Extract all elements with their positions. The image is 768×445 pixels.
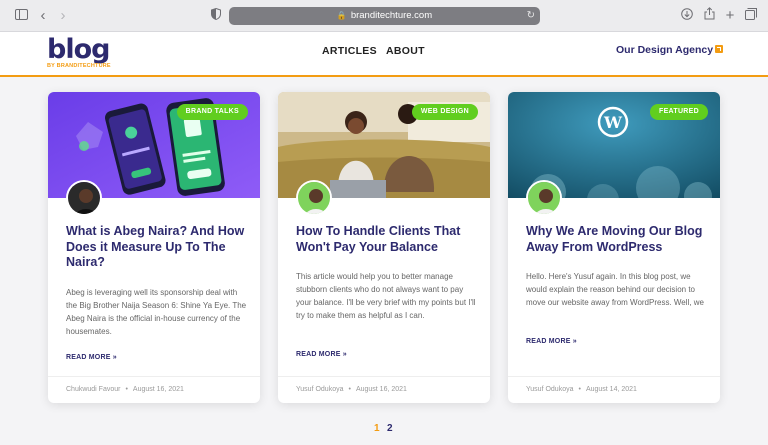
url-text: branditechture.com <box>350 10 433 21</box>
post-author: Chukwudi Favour <box>66 386 121 393</box>
share-icon[interactable] <box>700 7 718 25</box>
post-title[interactable]: How To Handle Clients That Won't Pay You… <box>296 224 478 255</box>
post-card[interactable]: WEB DESIGN How To Handle Clients That Wo… <box>278 92 490 403</box>
nav-about[interactable]: ABOUT <box>386 45 425 57</box>
site-header: blog BY BRANDITECHTURE ARTICLES ABOUT Ou… <box>0 32 768 77</box>
post-excerpt: Abeg is leveraging well its sponsorship … <box>66 288 247 336</box>
reload-icon[interactable]: ↻ <box>527 7 535 25</box>
category-badge[interactable]: FEATURED <box>650 104 708 120</box>
privacy-shield-icon[interactable] <box>207 7 225 25</box>
svg-text:W: W <box>603 113 623 132</box>
read-more-link[interactable]: READ MORE » <box>296 351 347 358</box>
post-excerpt: This article would help you to better ma… <box>296 272 476 320</box>
forward-icon[interactable]: › <box>54 7 72 25</box>
page-2-link[interactable]: 2 <box>387 423 393 434</box>
tab-overview-icon[interactable] <box>742 7 760 25</box>
read-more-link[interactable]: READ MORE » <box>526 338 577 345</box>
page-1-current: 1 <box>374 423 380 434</box>
post-card[interactable]: BRAND TALKS What is Abeg Naira? And How … <box>48 92 260 403</box>
post-meta: Yusuf Odukoya • August 14, 2021 <box>508 376 720 403</box>
post-date: August 16, 2021 <box>132 386 184 393</box>
author-avatar[interactable] <box>526 180 562 216</box>
new-tab-icon[interactable]: + <box>721 7 739 25</box>
lock-icon: 🔒 <box>336 11 347 20</box>
address-bar[interactable]: 🔒 branditechture.com ↻ <box>229 7 540 25</box>
design-agency-label: Our Design Agency <box>616 44 714 56</box>
category-badge[interactable]: BRAND TALKS <box>176 104 248 120</box>
post-excerpt: Hello. Here's Yusuf again. In this blog … <box>526 272 704 307</box>
read-more-link[interactable]: READ MORE » <box>66 354 117 361</box>
post-meta: Yusuf Odukoya • August 16, 2021 <box>278 376 490 403</box>
author-avatar[interactable] <box>296 180 332 216</box>
post-meta: Chukwudi Favour • August 16, 2021 <box>48 376 260 403</box>
post-date: August 16, 2021 <box>355 386 407 393</box>
downloads-icon[interactable] <box>678 7 696 25</box>
author-avatar[interactable] <box>66 180 102 216</box>
external-link-icon <box>715 45 724 53</box>
post-title[interactable]: What is Abeg Naira? And How Does it Meas… <box>66 224 248 271</box>
logo-wordmark: blog <box>47 34 110 65</box>
browser-toolbar: ‹ › 🔒 branditechture.com ↻ + <box>0 0 768 32</box>
post-card[interactable]: W FEATURED Why We Are Moving Our Blog Aw… <box>508 92 720 403</box>
site-logo[interactable]: blog BY BRANDITECHTURE <box>47 34 117 71</box>
post-title[interactable]: Why We Are Moving Our Blog Away From Wor… <box>526 224 708 255</box>
post-author: Yusuf Odukoya <box>296 386 344 393</box>
back-icon[interactable]: ‹ <box>34 7 52 25</box>
logo-byline: BY BRANDITECHTURE <box>47 63 111 69</box>
post-author: Yusuf Odukoya <box>526 386 574 393</box>
post-date: August 14, 2021 <box>585 386 637 393</box>
nav-articles[interactable]: ARTICLES <box>322 45 377 57</box>
category-badge[interactable]: WEB DESIGN <box>411 104 478 120</box>
design-agency-link[interactable]: Our Design Agency <box>616 44 724 56</box>
sidebar-toggle-icon[interactable] <box>12 7 30 25</box>
